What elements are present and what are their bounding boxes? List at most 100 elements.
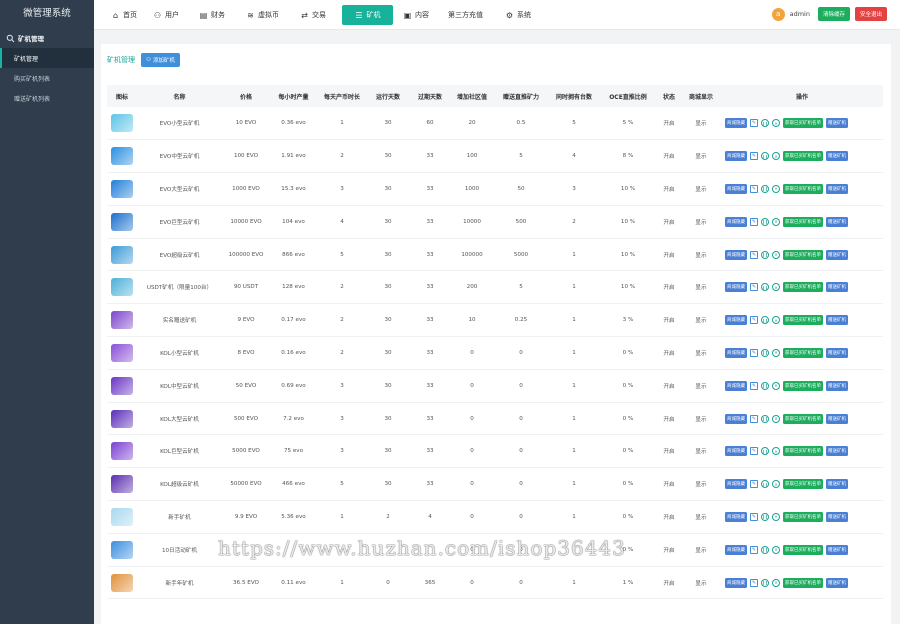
- gift-miner-button[interactable]: 赠送矿机: [826, 577, 848, 588]
- buyers-list-button[interactable]: 获取已买矿机名单: [783, 118, 823, 129]
- mall-hide-button[interactable]: 商城隐藏: [725, 577, 747, 588]
- mall-hide-button[interactable]: 商城隐藏: [725, 544, 747, 555]
- pause-icon[interactable]: ❙❙: [761, 348, 769, 357]
- gift-miner-button[interactable]: 赠送矿机: [826, 544, 848, 555]
- mall-hide-button[interactable]: 商城隐藏: [725, 118, 747, 129]
- gift-miner-button[interactable]: 赠送矿机: [826, 446, 848, 457]
- nav-trade[interactable]: ⇄ 交易: [294, 5, 332, 25]
- pause-icon[interactable]: ❙❙: [761, 184, 769, 193]
- close-icon[interactable]: ✕: [772, 316, 780, 325]
- buyers-list-button[interactable]: 获取已买矿机名单: [783, 282, 823, 293]
- nav-system[interactable]: ⚙ 系统: [499, 5, 537, 25]
- pause-icon[interactable]: ❙❙: [761, 250, 769, 259]
- mall-hide-button[interactable]: 商城隐藏: [725, 249, 747, 260]
- close-icon[interactable]: ✕: [772, 250, 780, 259]
- buyers-list-button[interactable]: 获取已买矿机名单: [783, 347, 823, 358]
- gift-miner-button[interactable]: 赠送矿机: [826, 380, 848, 391]
- mall-hide-button[interactable]: 商城隐藏: [725, 446, 747, 457]
- edit-icon[interactable]: ✎: [750, 250, 758, 259]
- pause-icon[interactable]: ❙❙: [761, 381, 769, 390]
- gift-miner-button[interactable]: 赠送矿机: [826, 315, 848, 326]
- mall-hide-button[interactable]: 商城隐藏: [725, 315, 747, 326]
- pause-icon[interactable]: ❙❙: [761, 578, 769, 587]
- sidebar-item-miner-manage[interactable]: 矿机管理: [0, 48, 94, 68]
- close-icon[interactable]: ✕: [772, 545, 780, 554]
- gift-miner-button[interactable]: 赠送矿机: [826, 183, 848, 194]
- close-icon[interactable]: ✕: [772, 578, 780, 587]
- pause-icon[interactable]: ❙❙: [761, 414, 769, 423]
- close-icon[interactable]: ✕: [772, 217, 780, 226]
- pause-icon[interactable]: ❙❙: [761, 480, 769, 489]
- edit-icon[interactable]: ✎: [750, 512, 758, 521]
- gift-miner-button[interactable]: 赠送矿机: [826, 216, 848, 227]
- add-miner-button[interactable]: ⚇ 添加矿机: [141, 53, 180, 67]
- admin-name[interactable]: admin: [790, 10, 810, 18]
- gift-miner-button[interactable]: 赠送矿机: [826, 118, 848, 129]
- avatar[interactable]: a: [771, 7, 785, 21]
- mall-hide-button[interactable]: 商城隐藏: [725, 282, 747, 293]
- mall-hide-button[interactable]: 商城隐藏: [725, 216, 747, 227]
- nav-home[interactable]: ⌂ 首页: [105, 5, 143, 25]
- close-icon[interactable]: ✕: [772, 152, 780, 161]
- logout-button[interactable]: 安全退出: [854, 7, 887, 21]
- gift-miner-button[interactable]: 赠送矿机: [826, 347, 848, 358]
- buyers-list-button[interactable]: 获取已买矿机名单: [783, 216, 823, 227]
- pause-icon[interactable]: ❙❙: [761, 152, 769, 161]
- nav-coin[interactable]: ≋ 虚拟币: [240, 5, 285, 25]
- buyers-list-button[interactable]: 获取已买矿机名单: [783, 151, 823, 162]
- mall-hide-button[interactable]: 商城隐藏: [725, 347, 747, 358]
- edit-icon[interactable]: ✎: [750, 414, 758, 423]
- pause-icon[interactable]: ❙❙: [761, 283, 769, 292]
- sidebar-item-gift-list[interactable]: 赠送矿机列表: [0, 88, 94, 108]
- gift-miner-button[interactable]: 赠送矿机: [826, 413, 848, 424]
- close-icon[interactable]: ✕: [772, 119, 780, 128]
- pause-icon[interactable]: ❙❙: [761, 316, 769, 325]
- buyers-list-button[interactable]: 获取已买矿机名单: [783, 446, 823, 457]
- nav-miner[interactable]: ☰ 矿机: [342, 5, 393, 25]
- close-icon[interactable]: ✕: [772, 414, 780, 423]
- gift-miner-button[interactable]: 赠送矿机: [826, 479, 848, 490]
- edit-icon[interactable]: ✎: [750, 152, 758, 161]
- sidebar-item-bought-list[interactable]: 购买矿机列表: [0, 68, 94, 88]
- pause-icon[interactable]: ❙❙: [761, 217, 769, 226]
- close-icon[interactable]: ✕: [772, 184, 780, 193]
- buyers-list-button[interactable]: 获取已买矿机名单: [783, 413, 823, 424]
- buyers-list-button[interactable]: 获取已买矿机名单: [783, 249, 823, 260]
- nav-finance[interactable]: ▤ 财务: [193, 5, 231, 25]
- close-icon[interactable]: ✕: [772, 480, 780, 489]
- gift-miner-button[interactable]: 赠送矿机: [826, 511, 848, 522]
- buyers-list-button[interactable]: 获取已买矿机名单: [783, 380, 823, 391]
- nav-recharge[interactable]: 第三方充值: [442, 5, 489, 25]
- edit-icon[interactable]: ✎: [750, 217, 758, 226]
- edit-icon[interactable]: ✎: [750, 184, 758, 193]
- buyers-list-button[interactable]: 获取已买矿机名单: [783, 577, 823, 588]
- mall-hide-button[interactable]: 商城隐藏: [725, 183, 747, 194]
- edit-icon[interactable]: ✎: [750, 480, 758, 489]
- nav-user[interactable]: ⚇ 用户: [147, 5, 185, 25]
- pause-icon[interactable]: ❙❙: [761, 512, 769, 521]
- buyers-list-button[interactable]: 获取已买矿机名单: [783, 183, 823, 194]
- nav-content[interactable]: ▣ 内容: [397, 5, 435, 25]
- gift-miner-button[interactable]: 赠送矿机: [826, 249, 848, 260]
- buyers-list-button[interactable]: 获取已买矿机名单: [783, 511, 823, 522]
- gift-miner-button[interactable]: 赠送矿机: [826, 151, 848, 162]
- clear-cache-button[interactable]: 清除缓存: [817, 7, 850, 21]
- mall-hide-button[interactable]: 商城隐藏: [725, 479, 747, 490]
- edit-icon[interactable]: ✎: [750, 283, 758, 292]
- edit-icon[interactable]: ✎: [750, 545, 758, 554]
- sidebar-group-miner[interactable]: 矿机管理: [0, 28, 94, 48]
- pause-icon[interactable]: ❙❙: [761, 545, 769, 554]
- close-icon[interactable]: ✕: [772, 381, 780, 390]
- edit-icon[interactable]: ✎: [750, 381, 758, 390]
- edit-icon[interactable]: ✎: [750, 447, 758, 456]
- buyers-list-button[interactable]: 获取已买矿机名单: [783, 544, 823, 555]
- close-icon[interactable]: ✕: [772, 447, 780, 456]
- mall-hide-button[interactable]: 商城隐藏: [725, 380, 747, 391]
- gift-miner-button[interactable]: 赠送矿机: [826, 282, 848, 293]
- edit-icon[interactable]: ✎: [750, 316, 758, 325]
- close-icon[interactable]: ✕: [772, 512, 780, 521]
- edit-icon[interactable]: ✎: [750, 119, 758, 128]
- buyers-list-button[interactable]: 获取已买矿机名单: [783, 315, 823, 326]
- mall-hide-button[interactable]: 商城隐藏: [725, 511, 747, 522]
- close-icon[interactable]: ✕: [772, 283, 780, 292]
